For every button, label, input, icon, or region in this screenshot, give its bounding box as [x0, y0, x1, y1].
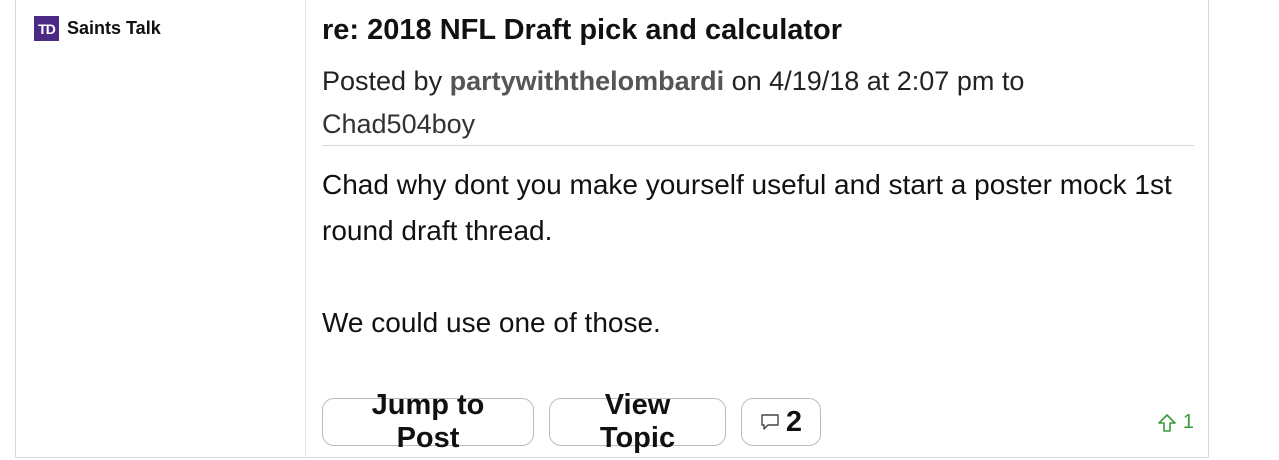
post-meta: Posted by partywiththelombardi on 4/19/1… — [322, 60, 1102, 146]
post-title: re: 2018 NFL Draft pick and calculator — [322, 14, 843, 46]
post-card: TD Saints Talk re: 2018 NFL Draft pick a… — [15, 0, 1209, 458]
meta-divider — [322, 145, 1194, 146]
board-name: Saints Talk — [67, 18, 161, 38]
speech-bubble-icon — [760, 413, 780, 431]
post-sidebar: TD Saints Talk — [16, 0, 306, 457]
jump-to-post-button[interactable]: Jump to Post — [322, 389, 534, 454]
recipient-link[interactable]: Chad504boy — [322, 109, 475, 139]
upvote-count: 1 — [1182, 411, 1194, 433]
board-link[interactable]: TD Saints Talk — [34, 16, 161, 41]
post-body: Chad why dont you make yourself useful a… — [322, 162, 1194, 346]
post-main: re: 2018 NFL Draft pick and calculator P… — [322, 0, 1194, 457]
author-link[interactable]: partywiththelombardi — [450, 66, 725, 96]
body-paragraph: Chad why dont you make yourself useful a… — [322, 169, 1172, 246]
upvote-control[interactable]: 1 — [1157, 411, 1194, 434]
replies-button[interactable]: 2 — [741, 398, 821, 446]
reply-count: 2 — [785, 405, 803, 438]
post-actions: Jump to Post View Topic 2 — [322, 389, 821, 454]
upvote-arrow-icon — [1157, 413, 1177, 433]
meta-prefix: Posted by — [322, 66, 443, 96]
body-paragraph: We could use one of those. — [322, 307, 661, 338]
view-topic-button[interactable]: View Topic — [549, 389, 726, 454]
meta-middle: on 4/19/18 at 2:07 pm to — [731, 66, 1025, 96]
td-logo-icon: TD — [34, 16, 59, 41]
